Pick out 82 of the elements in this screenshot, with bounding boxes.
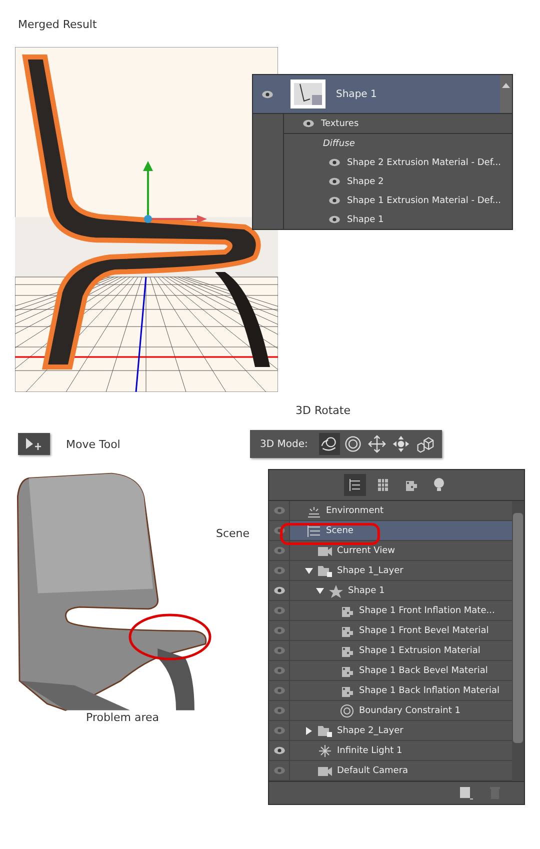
scene-item-name: Default Camera	[337, 766, 408, 776]
scene-item-row[interactable]: Default Camera	[269, 761, 512, 782]
scene-item-name: Shape 1_Layer	[337, 566, 404, 576]
cube-icon	[416, 435, 434, 453]
scene-item-name: Boundary Constraint 1	[359, 706, 460, 716]
texture-row[interactable]: Shape 2	[284, 172, 512, 191]
star-icon	[328, 584, 344, 598]
texture-name: Shape 2 Extrusion Material - Def...	[347, 158, 501, 168]
eye-icon[interactable]	[328, 177, 341, 186]
hierarchy-icon	[348, 477, 362, 494]
rotate-icon	[320, 435, 338, 453]
mode-label: 3D Mode:	[260, 438, 308, 450]
scene-item-row[interactable]: Shape 2_Layer	[269, 721, 512, 742]
scene-item-name: Scene	[326, 526, 354, 536]
mode-tool-button[interactable]	[390, 433, 412, 455]
eye-icon[interactable]	[328, 196, 341, 205]
scene-item-name: Shape 1	[348, 586, 385, 596]
slide-icon	[392, 435, 410, 453]
expanded-arrow-icon[interactable]	[305, 566, 313, 575]
grid-icon	[376, 477, 390, 494]
layer-row[interactable]: Shape 1	[253, 75, 512, 114]
scene-item-name: Shape 1 Extrusion Material	[359, 646, 480, 656]
target-icon	[339, 704, 355, 718]
caption: Problem area	[86, 711, 159, 724]
scene-item-name: Shape 1 Front Inflation Mate...	[359, 606, 495, 616]
scene-item-row[interactable]: Current View	[269, 541, 512, 562]
scene-item-row[interactable]: Shape 1 Back Inflation Material	[269, 681, 512, 702]
eye-icon[interactable]	[328, 158, 341, 167]
scroll-up-button[interactable]	[500, 75, 512, 113]
caption: Move Tool	[66, 438, 122, 450]
caption: Scene	[216, 527, 250, 540]
texture-name: Shape 1 Extrusion Material - Def...	[347, 196, 501, 206]
expanded-arrow-icon[interactable]	[316, 586, 324, 595]
scene-item-row[interactable]: Shape 1 Back Bevel Material	[269, 661, 512, 682]
folder-icon	[317, 724, 333, 738]
diffuse-label: Diffuse	[322, 138, 356, 150]
arrow-up-icon	[502, 83, 510, 88]
texture-row[interactable]: Shape 1 Extrusion Material - Def...	[284, 191, 512, 210]
texture-row[interactable]: Shape 2 Extrusion Material - Def...	[284, 153, 512, 172]
lightbulb-icon	[432, 477, 446, 494]
light-icon	[317, 744, 333, 758]
hierarchy-icon	[306, 524, 322, 538]
scene-item-name: Shape 1 Back Inflation Material	[359, 686, 500, 696]
layer-name: Shape 1	[336, 88, 378, 100]
scene-item-row[interactable]: Shape 1 Front Inflation Mate...	[269, 601, 512, 622]
eye-icon[interactable]	[261, 90, 274, 98]
layer-thumbnail-icon	[290, 79, 326, 109]
mode-tool-button[interactable]	[318, 433, 340, 455]
scene-item-name: Shape 2_Layer	[337, 726, 404, 736]
texture-name: Shape 2	[347, 176, 384, 186]
scene-item-name: Infinite Light 1	[337, 746, 402, 756]
mode-tool-button[interactable]	[342, 433, 364, 455]
scene-filter-button[interactable]	[344, 474, 366, 496]
collapsed-arrow-icon[interactable]	[305, 726, 313, 735]
scrollbar[interactable]	[512, 501, 524, 782]
caption: 3D Rotate	[294, 404, 352, 419]
move-tool-button[interactable]	[18, 433, 50, 455]
mode-tool-button[interactable]	[366, 433, 388, 455]
textures-label: Textures	[321, 118, 359, 128]
eye-icon[interactable]	[272, 586, 286, 596]
scene-item-row[interactable]: Shape 1 Front Bevel Material	[269, 621, 512, 642]
textures-row[interactable]: Textures	[284, 114, 512, 134]
eye-icon[interactable]	[272, 746, 286, 756]
scene-item-row[interactable]: Shape 1 Extrusion Material	[269, 641, 512, 662]
scene-item-row[interactable]: Shape 1	[269, 581, 512, 602]
scene-item-row[interactable]: Shape 1_Layer	[269, 561, 512, 582]
roll-icon	[344, 435, 362, 453]
scene-item-name: Shape 1 Back Bevel Material	[359, 666, 488, 676]
folder-icon	[317, 564, 333, 578]
scene-item-row[interactable]: Boundary Constraint 1	[269, 701, 512, 722]
scene-item-name: Current View	[337, 546, 396, 556]
eye-icon[interactable]	[328, 215, 341, 224]
new-item-icon[interactable]	[458, 785, 474, 802]
eye-icon[interactable]	[302, 119, 315, 128]
scene-item-name: Shape 1 Front Bevel Material	[359, 626, 489, 636]
move-arrows-icon	[368, 435, 386, 453]
scene-item-name: Environment	[326, 506, 384, 516]
move-tool-icon	[24, 437, 44, 451]
caption: Merged Result	[17, 17, 98, 33]
texture-name: Shape 1	[347, 214, 384, 224]
texture-row[interactable]: Shape 1	[284, 210, 512, 229]
scene-item-row[interactable]: Infinite Light 1	[269, 741, 512, 762]
